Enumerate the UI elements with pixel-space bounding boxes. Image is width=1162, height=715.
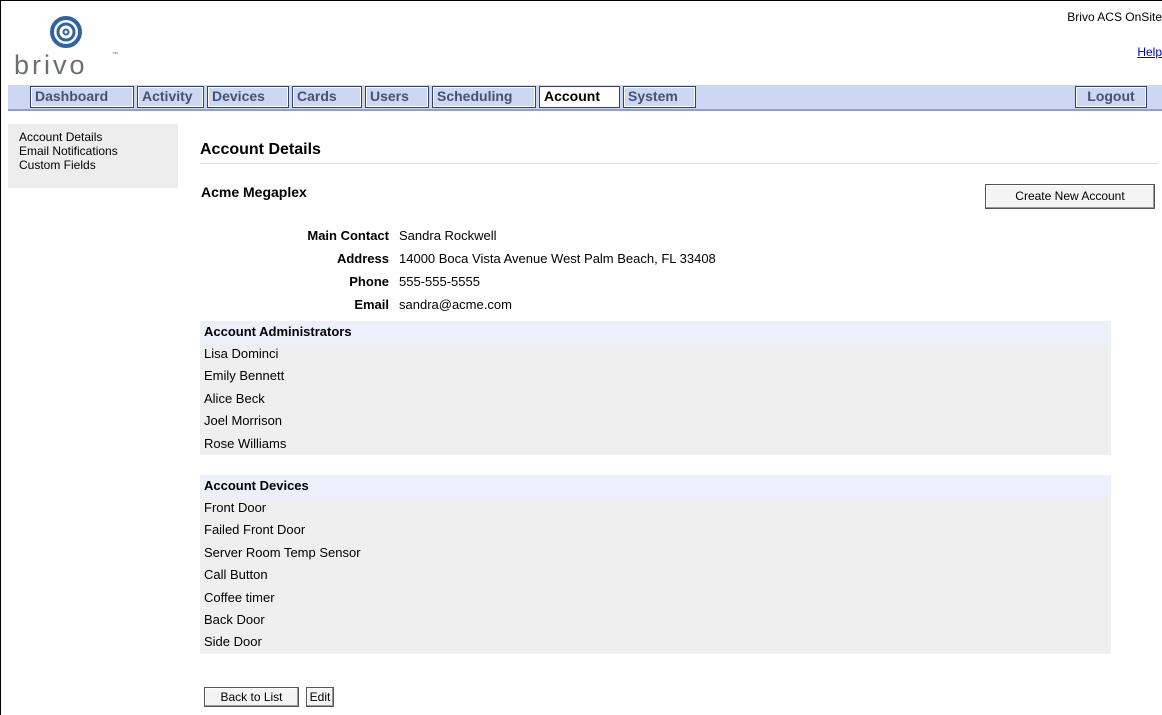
list-item: Side Door <box>204 634 262 650</box>
tab-scheduling[interactable]: Scheduling <box>432 86 536 108</box>
detail-label: Address <box>336 251 389 266</box>
tab-account[interactable]: Account <box>539 86 620 108</box>
detail-value: 555-555-5555 <box>399 274 480 289</box>
create-new-account-button[interactable]: Create New Account <box>985 184 1155 209</box>
trademark-mark: ™ <box>112 52 118 58</box>
detail-label: Email <box>354 297 389 312</box>
tab-cards[interactable]: Cards <box>292 86 362 108</box>
administrators-header: Account Administrators <box>200 321 1111 343</box>
brivo-swirl-icon <box>50 16 82 48</box>
back-to-list-button[interactable]: Back to List <box>204 687 299 707</box>
page-title: Account Details <box>200 141 321 158</box>
list-item: Back Door <box>204 611 265 627</box>
sidebar-item-email-notifications[interactable]: Email Notifications <box>8 144 178 158</box>
list-item: Coffee timer <box>204 589 275 605</box>
list-item: Emily Bennett <box>204 368 285 384</box>
account-devices-panel: Account Devices Front Door Failed Front … <box>200 475 1111 654</box>
tab-dashboard[interactable]: Dashboard <box>30 86 134 108</box>
list-item: Server Room Temp Sensor <box>204 544 361 560</box>
account-name: Acme Megaplex <box>201 184 307 200</box>
list-item: Failed Front Door <box>204 522 306 538</box>
sidebar-item-account-details[interactable]: Account Details <box>8 124 178 144</box>
logo-wordmark: brivo <box>14 50 88 80</box>
detail-value: Sandra Rockwell <box>399 228 497 243</box>
main-nav: Dashboard Activity Devices Cards Users S… <box>8 85 1162 111</box>
list-item: Rose Williams <box>204 435 287 451</box>
app-title: Brivo ACS OnSite <box>1067 10 1162 24</box>
tab-system[interactable]: System <box>623 86 696 108</box>
list-item: Joel Morrison <box>204 413 283 429</box>
tab-users[interactable]: Users <box>365 86 429 108</box>
sidebar-item-custom-fields[interactable]: Custom Fields <box>8 158 178 172</box>
edit-button[interactable]: Edit <box>306 687 334 707</box>
help-link[interactable]: Help <box>1137 45 1162 59</box>
tab-devices[interactable]: Devices <box>207 86 289 108</box>
detail-label: Main Contact <box>307 228 389 243</box>
detail-value: sandra@acme.com <box>399 297 512 312</box>
logout-button[interactable]: Logout <box>1075 86 1147 108</box>
list-item: Front Door <box>204 500 267 515</box>
list-item: Lisa Dominci <box>204 346 279 361</box>
devices-header: Account Devices <box>200 475 1111 497</box>
tab-activity[interactable]: Activity <box>137 86 204 108</box>
list-item: Call Button <box>204 567 268 583</box>
brivo-logo: brivo ™ <box>14 12 124 80</box>
account-administrators-panel: Account Administrators Lisa Dominci Emil… <box>200 321 1111 455</box>
detail-value: 14000 Boca Vista Avenue West Palm Beach,… <box>399 251 716 266</box>
sidebar: Account Details Email Notifications Cust… <box>8 124 178 188</box>
detail-label: Phone <box>349 274 389 289</box>
title-divider <box>200 163 1158 164</box>
list-item: Alice Beck <box>204 390 265 406</box>
